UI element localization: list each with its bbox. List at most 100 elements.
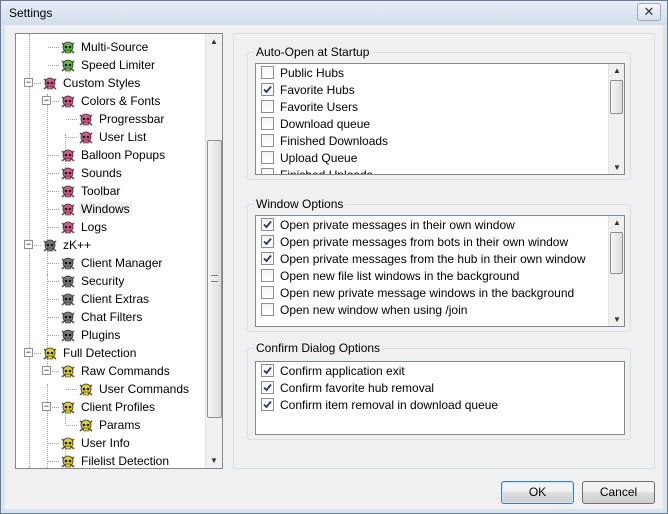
dialog-client-area: Multi-Source Speed Limiter Custom Styles − C…	[5, 25, 663, 509]
collapse-icon[interactable]: −	[42, 402, 51, 411]
auto-open-list[interactable]: Public Hubs Favorite Hubs Favorite Users Do…	[255, 63, 625, 175]
scroll-up-arrow-icon[interactable]: ▲	[210, 37, 218, 46]
pink-skull-icon	[60, 202, 76, 218]
checkbox-label: Finished Downloads	[280, 134, 389, 148]
checkbox-checked[interactable]	[261, 364, 274, 378]
checkbox-unchecked[interactable]	[261, 100, 274, 114]
checkbox-checked[interactable]	[261, 381, 274, 395]
collapse-icon[interactable]: −	[24, 240, 33, 249]
checkbox-label: Open new window when using /join	[280, 303, 468, 317]
scroll-down-arrow-icon[interactable]: ▼	[613, 315, 621, 324]
tree-item[interactable]: Speed Limiter	[60, 56, 157, 74]
list-scrollbar[interactable]: ▲ ▼	[608, 216, 624, 326]
checkbox-item[interactable]: Open new window when using /join	[261, 302, 467, 319]
tree-item[interactable]: User Info	[60, 434, 132, 452]
yellow-skull-icon	[60, 436, 76, 452]
tree-item[interactable]: Progressbar	[78, 110, 166, 128]
checkbox-item[interactable]: Download queue	[261, 116, 370, 133]
list-scrollbar[interactable]: ▲ ▼	[608, 64, 624, 174]
scroll-down-arrow-icon[interactable]: ▼	[613, 163, 621, 172]
tree-item[interactable]: Raw Commands	[60, 362, 172, 380]
checkbox-unchecked[interactable]	[261, 117, 274, 131]
tree-connector	[48, 209, 59, 210]
checkbox-label: Public Hubs	[280, 66, 345, 80]
checkbox-item[interactable]: Confirm item removal in download queue	[261, 397, 498, 414]
tree-connector	[66, 425, 77, 426]
checkbox-item[interactable]: Open private messages from bots in their…	[261, 234, 568, 251]
confirm-options-list[interactable]: Confirm application exit Confirm favorite…	[255, 361, 625, 435]
scroll-down-arrow-icon[interactable]: ▼	[210, 456, 218, 465]
tree-connector	[48, 191, 59, 192]
tree-item[interactable]: Full Detection	[42, 344, 138, 362]
checkbox-item[interactable]: Open new private message windows in the …	[261, 285, 574, 302]
collapse-icon[interactable]: −	[42, 366, 51, 375]
pink-skull-icon	[60, 184, 76, 200]
checkbox-unchecked[interactable]	[261, 303, 274, 317]
tree-item[interactable]: Client Profiles	[60, 398, 157, 416]
tree-scroll-thumb[interactable]	[207, 140, 222, 418]
checkbox-unchecked[interactable]	[261, 168, 274, 174]
checkbox-checked[interactable]	[261, 398, 274, 412]
checkbox-unchecked[interactable]	[261, 151, 274, 165]
tree-item-label: Params	[99, 418, 141, 432]
tree-item[interactable]: Toolbar	[60, 182, 122, 200]
tree-connector	[48, 281, 59, 282]
tree-item[interactable]: Client Extras	[60, 290, 151, 308]
checkbox-item[interactable]: Favorite Hubs	[261, 82, 355, 99]
tree-item[interactable]: Multi-Source	[60, 38, 150, 56]
tree-item-label: zK++	[63, 238, 92, 252]
window-options-list[interactable]: Open private messages in their own windo…	[255, 215, 625, 327]
scroll-up-arrow-icon[interactable]: ▲	[613, 218, 621, 227]
collapse-icon[interactable]: −	[24, 78, 33, 87]
tree-item[interactable]: Logs	[60, 218, 109, 236]
checkbox-item[interactable]: Upload Queue	[261, 150, 357, 167]
tree-item[interactable]: Custom Styles	[42, 74, 142, 92]
tree-item[interactable]: User List	[78, 128, 148, 146]
tree-connector	[48, 335, 59, 336]
checkbox-item[interactable]: Confirm application exit	[261, 363, 405, 380]
ok-button[interactable]: OK	[501, 481, 574, 504]
checkbox-unchecked[interactable]	[261, 286, 274, 300]
settings-tree[interactable]: Multi-Source Speed Limiter Custom Styles − C…	[15, 33, 223, 469]
title-bar[interactable]: Settings ✕	[1, 1, 667, 25]
checkbox-unchecked[interactable]	[261, 66, 274, 80]
tree-item[interactable]: Client Manager	[60, 254, 164, 272]
checkmark-icon	[263, 221, 272, 229]
list-scroll-thumb[interactable]	[610, 232, 623, 274]
checkbox-checked[interactable]	[261, 218, 274, 232]
tree-item[interactable]: Sounds	[60, 164, 124, 182]
close-button[interactable]: ✕	[637, 3, 661, 21]
checkbox-checked[interactable]	[261, 252, 274, 266]
checkbox-item[interactable]: Open private messages in their own windo…	[261, 217, 515, 234]
tree-item[interactable]: Chat Filters	[60, 308, 144, 326]
list-scroll-thumb[interactable]	[610, 80, 623, 114]
tree-item[interactable]: Windows	[60, 200, 132, 218]
tree-item-label: Speed Limiter	[81, 58, 156, 72]
checkbox-unchecked[interactable]	[261, 269, 274, 283]
collapse-icon[interactable]: −	[24, 348, 33, 357]
checkbox-item[interactable]: Confirm favorite hub removal	[261, 380, 434, 397]
checkbox-item[interactable]: Open private messages from the hub in th…	[261, 251, 586, 268]
collapse-icon[interactable]: −	[42, 96, 51, 105]
checkbox-item[interactable]: Finished Downloads	[261, 133, 388, 150]
checkbox-item[interactable]: Public Hubs	[261, 65, 344, 82]
tree-item[interactable]: Plugins	[60, 326, 122, 344]
tree-item[interactable]: zK++	[42, 236, 93, 254]
checkbox-checked[interactable]	[261, 235, 274, 249]
tree-scrollbar[interactable]: ▲ ▼	[205, 34, 222, 468]
checkbox-checked[interactable]	[261, 83, 274, 97]
checkbox-item[interactable]: Finished Uploads	[261, 167, 373, 174]
tree-item[interactable]: Balloon Popups	[60, 146, 167, 164]
tree-item[interactable]: Filelist Detection	[60, 452, 171, 468]
tree-item-label: Plugins	[81, 328, 121, 342]
tree-item[interactable]: Security	[60, 272, 126, 290]
checkbox-item[interactable]: Open new file list windows in the backgr…	[261, 268, 519, 285]
pink-skull-icon	[60, 220, 76, 236]
tree-item[interactable]: User Commands	[78, 380, 191, 398]
cancel-button[interactable]: Cancel	[582, 481, 655, 504]
tree-item[interactable]: Colors & Fonts	[60, 92, 162, 110]
checkbox-unchecked[interactable]	[261, 134, 274, 148]
tree-item[interactable]: Params	[78, 416, 142, 434]
scroll-up-arrow-icon[interactable]: ▲	[613, 66, 621, 75]
checkbox-item[interactable]: Favorite Users	[261, 99, 358, 116]
